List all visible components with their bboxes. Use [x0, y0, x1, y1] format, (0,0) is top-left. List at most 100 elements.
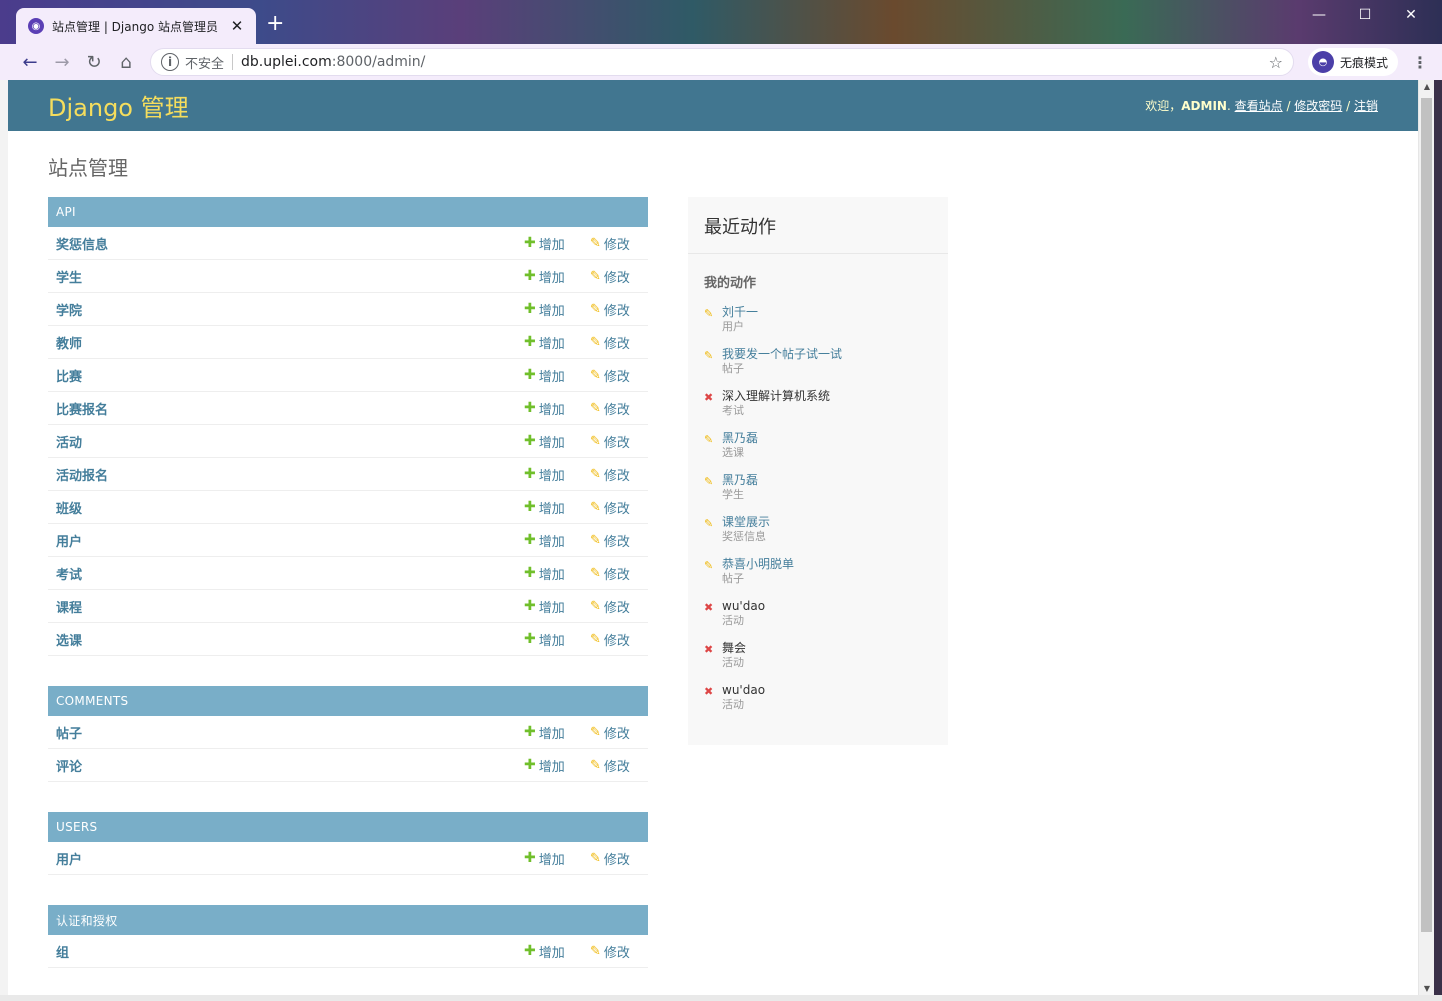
model-link[interactable]: 活动 [56, 432, 524, 451]
scroll-up-arrow-icon[interactable]: ▲ [1419, 82, 1434, 91]
add-link[interactable]: ✚ 增加 [524, 333, 590, 352]
add-link[interactable]: ✚ 增加 [524, 531, 590, 550]
model-link[interactable]: 教师 [56, 333, 524, 352]
change-link[interactable]: ✎ 修改 [590, 849, 640, 868]
add-link[interactable]: ✚ 增加 [524, 942, 590, 961]
module-caption[interactable]: COMMENTS [48, 686, 648, 716]
scroll-down-arrow-icon[interactable]: ▼ [1419, 984, 1434, 993]
recent-action-object[interactable]: 黑乃磊 [722, 473, 758, 488]
tab-title: 站点管理 | Django 站点管理员 [52, 19, 218, 34]
change-link[interactable]: ✎ 修改 [590, 300, 640, 319]
window-minimize-button[interactable]: — [1296, 4, 1342, 26]
incognito-badge[interactable]: ◓ 无痕模式 [1308, 48, 1399, 76]
add-link[interactable]: ✚ 增加 [524, 564, 590, 583]
add-link[interactable]: ✚ 增加 [524, 465, 590, 484]
model-link[interactable]: 选课 [56, 630, 524, 649]
add-link[interactable]: ✚ 增加 [524, 756, 590, 775]
add-link[interactable]: ✚ 增加 [524, 366, 590, 385]
change-link[interactable]: ✎ 修改 [590, 366, 640, 385]
pencil-icon: ✎ [590, 367, 601, 383]
model-link[interactable]: 学院 [56, 300, 524, 319]
plus-icon: ✚ [524, 724, 536, 740]
view-site-link[interactable]: 查看站点 [1235, 99, 1283, 113]
info-icon[interactable]: i [161, 53, 179, 71]
change-link[interactable]: ✎ 修改 [590, 234, 640, 253]
address-bar[interactable]: i 不安全 db.uplei.com:8000/admin/ ☆ [150, 48, 1294, 76]
model-link[interactable]: 考试 [56, 564, 524, 583]
add-link[interactable]: ✚ 增加 [524, 849, 590, 868]
window-close-button[interactable]: ✕ [1388, 4, 1434, 26]
change-link[interactable]: ✎ 修改 [590, 432, 640, 451]
url-text[interactable]: db.uplei.com:8000/admin/ [241, 54, 1269, 70]
model-link[interactable]: 班级 [56, 498, 524, 517]
change-link[interactable]: ✎ 修改 [590, 630, 640, 649]
plus-icon: ✚ [524, 334, 536, 350]
change-link[interactable]: ✎ 修改 [590, 498, 640, 517]
model-link[interactable]: 帖子 [56, 723, 524, 742]
change-link[interactable]: ✎ 修改 [590, 267, 640, 286]
add-link[interactable]: ✚ 增加 [524, 267, 590, 286]
model-link[interactable]: 用户 [56, 849, 524, 868]
recent-action-object[interactable]: 刘千一 [722, 305, 758, 320]
logout-link[interactable]: 注销 [1354, 99, 1378, 113]
model-row: 奖惩信息 ✚ 增加 ✎ 修改 [48, 227, 648, 260]
forward-arrow-icon[interactable]: → [46, 48, 78, 76]
site-brand[interactable]: Django 管理 [48, 88, 189, 123]
recent-action-object[interactable]: 我要发一个帖子试一试 [722, 347, 842, 362]
browser-tab[interactable]: ◉ 站点管理 | Django 站点管理员 ✕ [16, 8, 256, 44]
model-link[interactable]: 比赛 [56, 366, 524, 385]
window-maximize-button[interactable]: ☐ [1342, 4, 1388, 26]
plus-icon: ✚ [524, 466, 536, 482]
module-caption[interactable]: 认证和授权 [48, 905, 648, 935]
change-link[interactable]: ✎ 修改 [590, 597, 640, 616]
scrollbar-thumb[interactable] [1421, 98, 1432, 932]
add-link[interactable]: ✚ 增加 [524, 498, 590, 517]
add-link[interactable]: ✚ 增加 [524, 300, 590, 319]
add-link[interactable]: ✚ 增加 [524, 234, 590, 253]
change-link[interactable]: ✎ 修改 [590, 723, 640, 742]
bookmark-star-icon[interactable]: ☆ [1269, 53, 1283, 72]
model-link[interactable]: 奖惩信息 [56, 234, 524, 253]
module-caption[interactable]: USERS [48, 812, 648, 842]
change-link[interactable]: ✎ 修改 [590, 756, 640, 775]
change-label: 修改 [603, 402, 630, 418]
model-link[interactable]: 组 [56, 942, 524, 961]
add-link[interactable]: ✚ 增加 [524, 399, 590, 418]
browser-menu-icon[interactable]: ⋮ [1412, 53, 1428, 72]
model-link[interactable]: 活动报名 [56, 465, 524, 484]
model-link[interactable]: 比赛报名 [56, 399, 524, 418]
home-icon[interactable]: ⌂ [110, 48, 142, 76]
recent-action-object[interactable]: 课堂展示 [722, 515, 770, 530]
model-link[interactable]: 学生 [56, 267, 524, 286]
add-link[interactable]: ✚ 增加 [524, 597, 590, 616]
new-tab-button[interactable]: + [266, 12, 284, 36]
recent-action-object[interactable]: 黑乃磊 [722, 431, 758, 446]
change-link[interactable]: ✎ 修改 [590, 531, 640, 550]
model-link[interactable]: 用户 [56, 531, 524, 550]
add-link[interactable]: ✚ 增加 [524, 432, 590, 451]
vertical-scrollbar[interactable]: ▲ ▼ [1418, 80, 1434, 995]
delete-x-icon: ✖ [704, 643, 714, 656]
back-arrow-icon[interactable]: ← [14, 48, 46, 76]
security-label[interactable]: 不安全 [185, 53, 224, 72]
plus-icon: ✚ [524, 943, 536, 959]
model-row: 评论 ✚ 增加 ✎ 修改 [48, 749, 648, 782]
change-link[interactable]: ✎ 修改 [590, 942, 640, 961]
recent-action-item: ✎ 课堂展示 奖惩信息 [704, 515, 932, 557]
add-link[interactable]: ✚ 增加 [524, 630, 590, 649]
recent-action-object[interactable]: 恭喜小明脱单 [722, 557, 794, 572]
change-label: 修改 [603, 945, 630, 961]
change-link[interactable]: ✎ 修改 [590, 465, 640, 484]
add-link[interactable]: ✚ 增加 [524, 723, 590, 742]
model-link[interactable]: 课程 [56, 597, 524, 616]
change-link[interactable]: ✎ 修改 [590, 564, 640, 583]
module-caption[interactable]: API [48, 197, 648, 227]
change-link[interactable]: ✎ 修改 [590, 333, 640, 352]
change-password-link[interactable]: 修改密码 [1294, 99, 1342, 113]
add-label: 增加 [538, 726, 565, 742]
model-row: 教师 ✚ 增加 ✎ 修改 [48, 326, 648, 359]
change-link[interactable]: ✎ 修改 [590, 399, 640, 418]
tab-close-icon[interactable]: ✕ [228, 17, 246, 35]
model-link[interactable]: 评论 [56, 756, 524, 775]
reload-icon[interactable]: ↻ [78, 48, 110, 76]
